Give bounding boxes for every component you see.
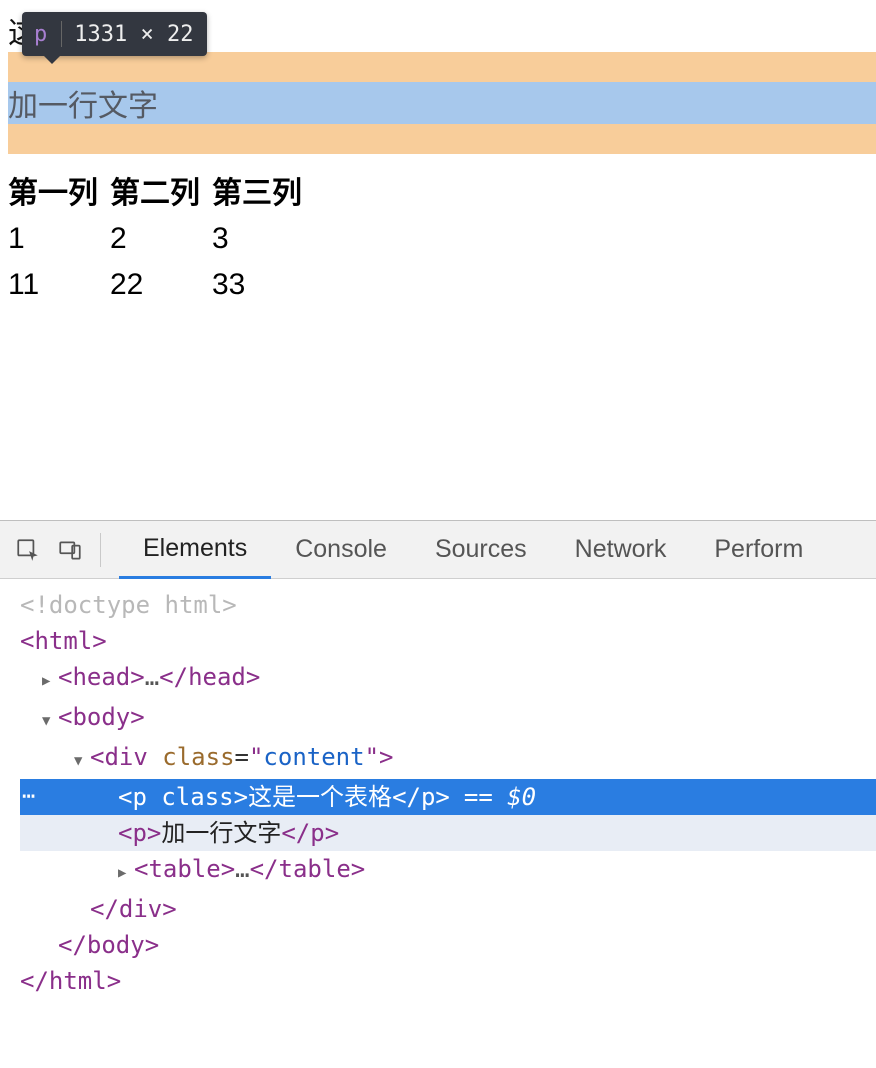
- inspector-highlight: 加一行文字: [8, 52, 876, 154]
- device-toolbar-icon[interactable]: [52, 532, 88, 568]
- tooltip-arrow-icon: [44, 56, 60, 64]
- inspect-tooltip: p 1331 × 22: [22, 12, 207, 56]
- overflow-dots-icon[interactable]: ⋯: [22, 779, 35, 815]
- expand-triangle-icon[interactable]: [118, 851, 132, 891]
- highlight-margin-bottom: [8, 124, 876, 154]
- dom-html-open[interactable]: <html>: [20, 623, 876, 659]
- tab-network[interactable]: Network: [551, 521, 691, 579]
- preview-table: 第一列 第二列 第三列 1 2 3 11 22 33: [8, 164, 314, 308]
- table-header: 第三列: [212, 164, 314, 216]
- dom-html-close[interactable]: </html>: [20, 963, 876, 999]
- dom-body-close[interactable]: </body>: [20, 927, 876, 963]
- table-row: 1 2 3: [8, 216, 314, 262]
- table-header: 第一列: [8, 164, 110, 216]
- dom-table-collapsed[interactable]: <table>…</table>: [20, 851, 876, 891]
- devtools-toolbar: Elements Console Sources Network Perform: [0, 521, 876, 579]
- tab-elements[interactable]: Elements: [119, 521, 271, 579]
- toolbar-separator: [100, 533, 101, 567]
- tab-sources[interactable]: Sources: [411, 521, 551, 579]
- tab-console[interactable]: Console: [271, 521, 411, 579]
- table-header: 第二列: [110, 164, 212, 216]
- dom-head[interactable]: <head>…</head>: [20, 659, 876, 699]
- rendered-page: p 1331 × 22 这是一个表格 加一行文字 第一列 第二列 第三列 1 2…: [8, 0, 876, 308]
- highlight-margin-top: [8, 52, 876, 82]
- dom-p-selected[interactable]: ⋯ <p class>这是一个表格</p>== $0: [20, 779, 876, 815]
- dom-div-open[interactable]: <div class="content">: [20, 739, 876, 779]
- table-header-row: 第一列 第二列 第三列: [8, 164, 314, 216]
- dom-doctype[interactable]: <!doctype html>: [20, 587, 876, 623]
- tooltip-dimensions: 1331 × 22: [66, 22, 207, 47]
- tooltip-separator: [61, 21, 62, 47]
- tab-performance[interactable]: Perform: [690, 521, 827, 579]
- paragraph-extra-line: 加一行文字: [8, 81, 158, 125]
- dom-p-hover[interactable]: <p>加一行文字</p>: [20, 815, 876, 851]
- devtools-panel: Elements Console Sources Network Perform…: [0, 520, 876, 1068]
- dom-div-close[interactable]: </div>: [20, 891, 876, 927]
- inspect-element-icon[interactable]: [10, 532, 46, 568]
- dom-tree[interactable]: <!doctype html> <html> <head>…</head> <b…: [0, 579, 876, 1007]
- highlight-content-box: 加一行文字: [8, 82, 876, 124]
- expand-triangle-icon[interactable]: [74, 739, 88, 779]
- expand-triangle-icon[interactable]: [42, 699, 56, 739]
- expand-triangle-icon[interactable]: [42, 659, 56, 699]
- table-row: 11 22 33: [8, 262, 314, 308]
- dom-body-open[interactable]: <body>: [20, 699, 876, 739]
- tooltip-tagname: p: [22, 22, 57, 47]
